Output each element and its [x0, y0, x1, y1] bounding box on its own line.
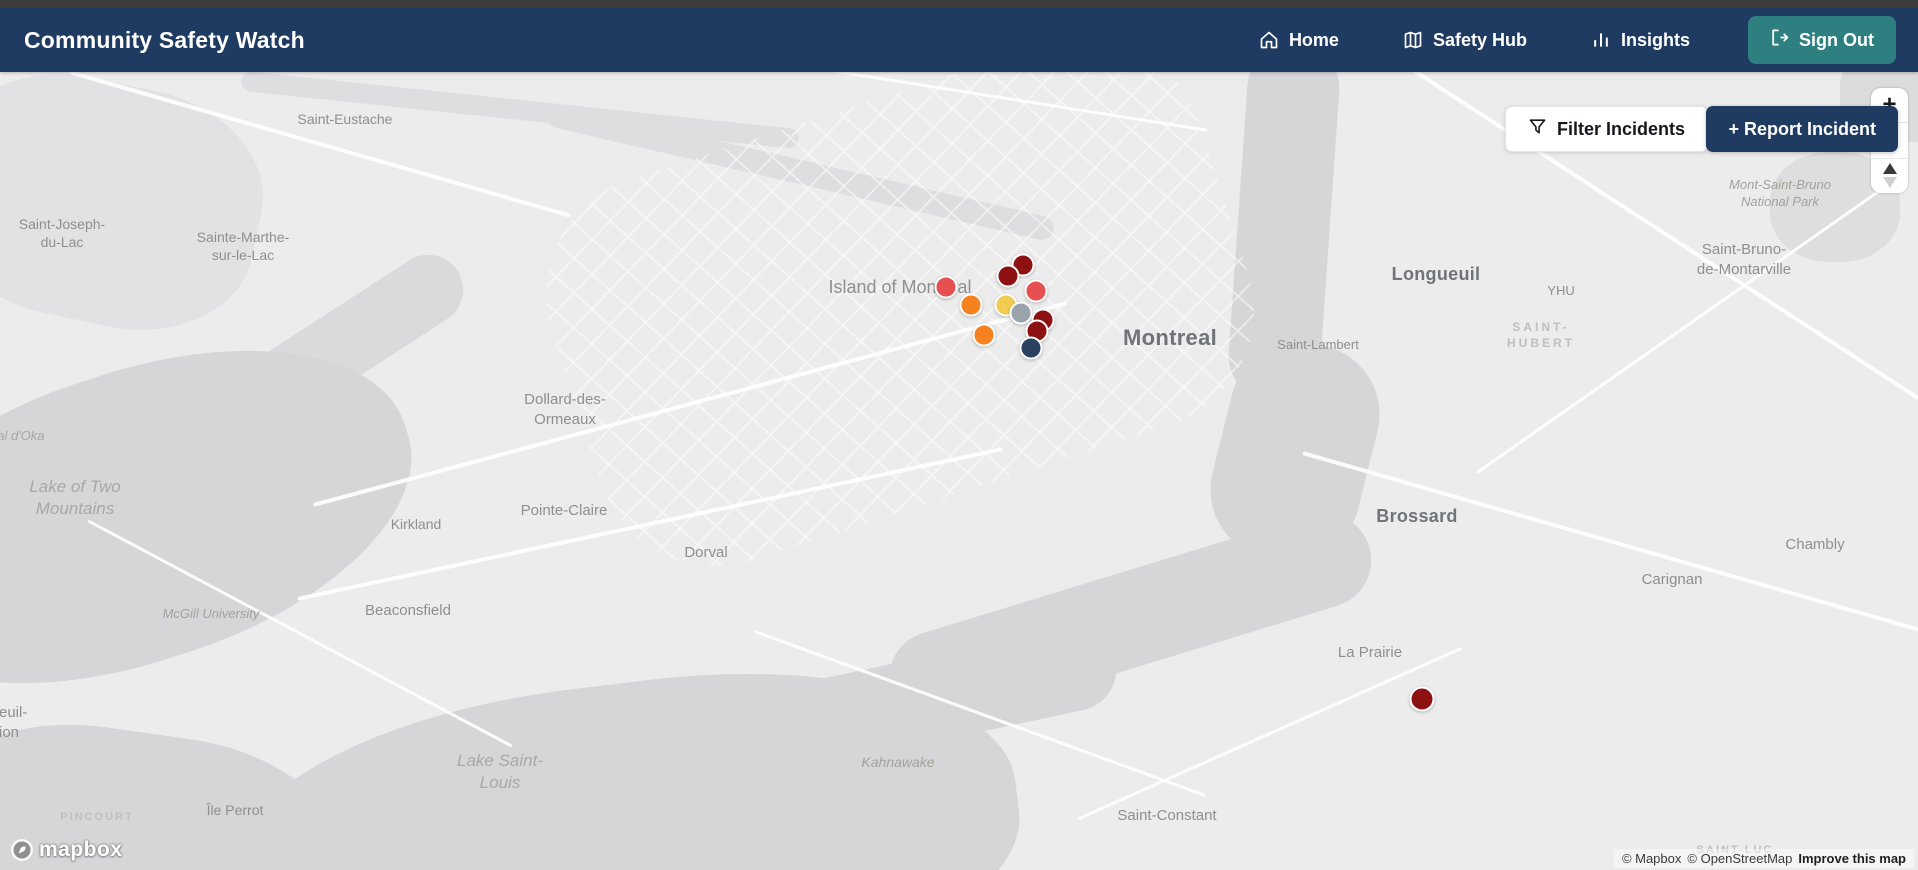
road-line: [1077, 646, 1463, 821]
terrain-shape: [0, 72, 282, 353]
map-label: reuil- rion: [0, 704, 28, 741]
nav-label-insights: Insights: [1620, 29, 1690, 50]
osm-attribution-link[interactable]: © OpenStreetMap: [1687, 851, 1792, 866]
map-label: Mont-Saint-Bruno National Park: [1729, 177, 1831, 210]
map-label: Montreal: [1122, 325, 1218, 350]
map-label: nal d'Oka: [0, 428, 45, 443]
map-label: Brossard: [1376, 506, 1458, 526]
map-label: Kahnawake: [861, 754, 935, 770]
map-label: Beaconsfield: [365, 602, 451, 619]
funnel-icon: [1528, 117, 1547, 141]
main-nav: Home Safety Hub Insights Sign Out: [1259, 16, 1896, 64]
sign-out-label: Sign Out: [1799, 29, 1874, 50]
mapbox-icon: [11, 839, 33, 861]
incident-marker-red[interactable]: [934, 275, 958, 299]
map-label: Saint-Eustache: [297, 111, 393, 127]
map-label: Chambly: [1785, 536, 1845, 553]
map-label: Sainte-Marthe- sur-le-Lac: [196, 229, 290, 264]
incident-map[interactable]: Saint-Eustache Saint-Joseph- du-Lac Sainte…: [0, 72, 1918, 870]
nav-item-home[interactable]: Home: [1259, 30, 1339, 51]
home-icon: [1259, 30, 1279, 50]
report-incident-label: + Report Incident: [1728, 118, 1876, 139]
map-label: La Prairie: [1337, 644, 1403, 661]
map-label: Longueuil: [1391, 264, 1481, 284]
map-attribution: © Mapbox © OpenStreetMap Improve this ma…: [1613, 849, 1914, 868]
mapbox-logo[interactable]: mapbox: [10, 838, 123, 862]
map-label: Lake of Two Mountains: [29, 477, 121, 519]
bar-chart-icon: [1591, 30, 1611, 50]
sign-out-button[interactable]: Sign Out: [1748, 16, 1896, 64]
nav-label-safety-hub: Safety Hub: [1432, 29, 1527, 50]
map-label: Saint-Joseph- du-Lac: [18, 216, 106, 251]
compass-button[interactable]: [1871, 157, 1908, 193]
mapbox-wordmark: mapbox: [39, 838, 123, 861]
map-label: Carignan: [1641, 571, 1703, 588]
window-chrome-strip: [0, 0, 1918, 8]
map-label: Kirkland: [390, 516, 442, 532]
report-incident-button[interactable]: + Report Incident: [1706, 106, 1898, 152]
map-label: Dollard-des- Ormeaux: [524, 391, 606, 428]
incident-marker-darkred[interactable]: [996, 264, 1020, 288]
nav-item-safety-hub[interactable]: Safety Hub: [1403, 30, 1527, 51]
incident-marker-orange[interactable]: [959, 293, 983, 317]
nav-label-home: Home: [1288, 29, 1339, 50]
map-label: YHU: [1547, 283, 1575, 298]
filter-incidents-button[interactable]: Filter Incidents: [1504, 106, 1708, 152]
map-label: McGill University: [162, 606, 260, 621]
map-label: Lake Saint- Louis: [457, 751, 543, 793]
map-label: Île Perrot: [206, 802, 264, 818]
mapbox-attribution-link[interactable]: © Mapbox: [1622, 851, 1681, 866]
map-icon: [1403, 30, 1423, 50]
sign-out-icon: [1770, 28, 1789, 52]
nav-item-insights[interactable]: Insights: [1591, 30, 1690, 51]
map-label: Saint-Lambert: [1277, 337, 1359, 352]
map-label: Saint-Bruno- de-Montarville: [1696, 241, 1792, 278]
incident-marker-orange[interactable]: [972, 323, 996, 347]
map-label: PINCOURT: [60, 811, 134, 823]
filter-incidents-label: Filter Incidents: [1556, 118, 1685, 139]
incident-marker-red[interactable]: [1024, 279, 1048, 303]
incident-marker-navy[interactable]: [1019, 336, 1043, 360]
improve-map-link[interactable]: Improve this map: [1798, 851, 1906, 866]
app-header: Community Safety Watch Home Safety Hub I…: [0, 8, 1918, 72]
incident-marker-darkred[interactable]: [1409, 686, 1435, 712]
map-label: Saint-Constant: [1117, 807, 1217, 824]
app-title: Community Safety Watch: [24, 26, 305, 53]
map-label: Pointe-Claire: [520, 502, 608, 519]
map-label: SAINT- HUBERT: [1507, 320, 1575, 350]
map-label: Dorval: [684, 544, 728, 561]
compass-icon: [1882, 163, 1897, 189]
